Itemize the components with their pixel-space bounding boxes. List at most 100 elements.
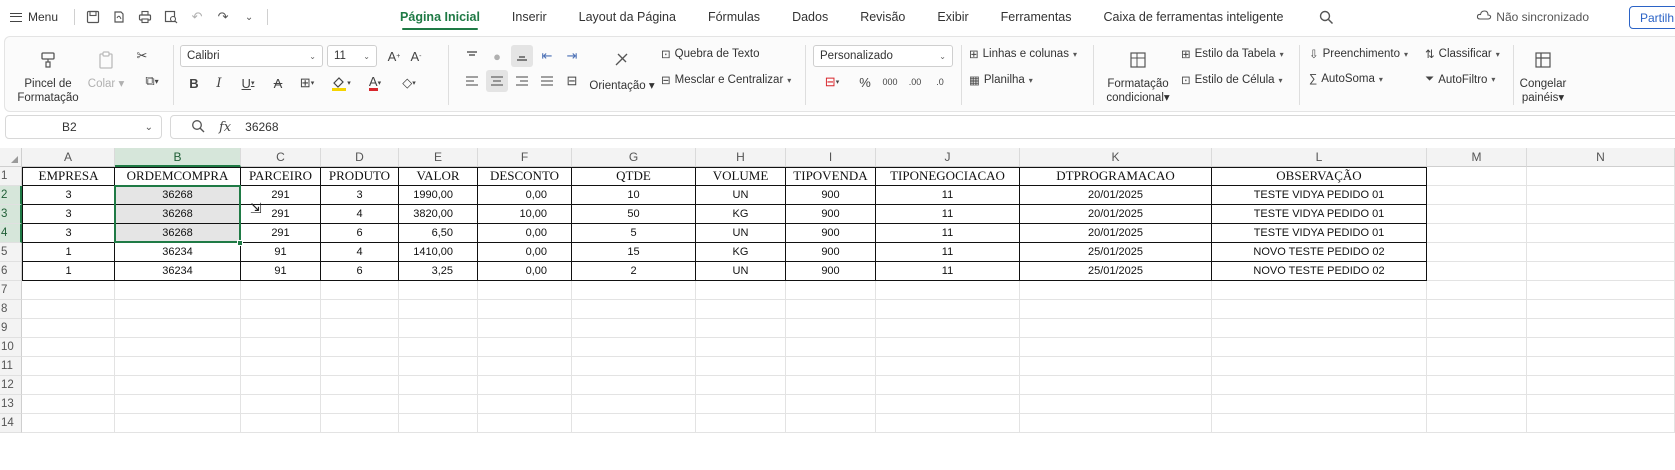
data-cell-f3[interactable]: 10,00 (478, 205, 572, 224)
empty-cell[interactable] (1527, 300, 1675, 319)
empty-cell[interactable] (1212, 376, 1427, 395)
column-header-l[interactable]: L (1212, 148, 1427, 167)
customize-toolbar-chevron-icon[interactable]: ⌄ (237, 5, 261, 29)
empty-cell[interactable] (115, 376, 241, 395)
data-cell-d3[interactable]: 4 (321, 205, 399, 224)
row-header-11[interactable]: 11 (0, 357, 22, 376)
empty-cell[interactable] (876, 281, 1020, 300)
empty-cell[interactable] (786, 414, 876, 433)
empty-cell[interactable] (696, 395, 786, 414)
data-cell-l6[interactable]: NOVO TESTE PEDIDO 02 (1212, 262, 1427, 281)
empty-cell[interactable] (1212, 414, 1427, 433)
cut-icon[interactable]: ✂ (131, 45, 153, 67)
empty-cell[interactable] (786, 281, 876, 300)
row-header-13[interactable]: 13 (0, 395, 22, 414)
empty-cell[interactable] (1527, 262, 1675, 281)
sync-status[interactable]: Não sincronizado (1476, 9, 1589, 24)
empty-cell[interactable] (572, 414, 696, 433)
undo-icon[interactable]: ↶ (185, 5, 209, 29)
empty-cell[interactable] (1427, 262, 1527, 281)
empty-cell[interactable] (696, 281, 786, 300)
decrease-indent-icon[interactable]: ⇤ (536, 45, 558, 67)
row-header-5[interactable]: 5 (0, 243, 22, 262)
empty-cell[interactable] (1527, 376, 1675, 395)
empty-cell[interactable] (572, 319, 696, 338)
data-cell-d4[interactable]: 6 (321, 224, 399, 243)
underline-icon[interactable]: U ▾ (233, 72, 263, 94)
zoom-search-icon[interactable] (191, 119, 205, 136)
print-preview-icon[interactable] (159, 5, 183, 29)
data-cell-h2[interactable]: UN (696, 186, 786, 205)
data-cell-l4[interactable]: TESTE VIDYA PEDIDO 01 (1212, 224, 1427, 243)
merge-center-button[interactable]: ⊟ Mesclar e Centralizar ▾ (661, 73, 791, 87)
data-cell-j3[interactable]: 11 (876, 205, 1020, 224)
row-header-3[interactable]: 3 (0, 205, 22, 224)
empty-cell[interactable] (786, 395, 876, 414)
empty-cell[interactable] (1527, 319, 1675, 338)
data-cell-g6[interactable]: 2 (572, 262, 696, 281)
empty-cell[interactable] (321, 395, 399, 414)
data-cell-b4[interactable]: 36268 (115, 224, 241, 243)
fill-color-icon[interactable]: ▾ (326, 72, 356, 94)
header-cell-h[interactable]: VOLUME (696, 167, 786, 186)
empty-cell[interactable] (1527, 281, 1675, 300)
empty-cell[interactable] (478, 300, 572, 319)
empty-cell[interactable] (399, 338, 478, 357)
header-cell-e[interactable]: VALOR (399, 167, 478, 186)
data-cell-a5[interactable]: 1 (22, 243, 115, 262)
empty-cell[interactable] (696, 376, 786, 395)
save-icon[interactable] (81, 5, 105, 29)
header-cell-a[interactable]: EMPRESA (22, 167, 115, 186)
header-cell-d[interactable]: PRODUTO (321, 167, 399, 186)
empty-cell[interactable] (1427, 376, 1527, 395)
empty-cell[interactable] (696, 357, 786, 376)
increase-decimal-icon[interactable]: .00 (904, 71, 926, 93)
empty-cell[interactable] (696, 338, 786, 357)
data-cell-f2[interactable]: 0,00 (478, 186, 572, 205)
empty-cell[interactable] (399, 376, 478, 395)
row-header-14[interactable]: 14 (0, 414, 22, 433)
data-cell-j6[interactable]: 11 (876, 262, 1020, 281)
fill-button[interactable]: ⇩ Preenchimento ▾ (1309, 47, 1408, 61)
search-icon[interactable] (1313, 4, 1339, 30)
data-cell-c5[interactable]: 91 (241, 243, 321, 262)
data-cell-e3[interactable]: 3820,00 (399, 205, 478, 224)
empty-cell[interactable] (399, 300, 478, 319)
empty-cell[interactable] (1020, 281, 1212, 300)
empty-cell[interactable] (1212, 319, 1427, 338)
sort-button[interactable]: ⇅ Classificar ▾ (1425, 47, 1500, 61)
data-cell-k4[interactable]: 20/01/2025 (1020, 224, 1212, 243)
empty-cell[interactable] (22, 357, 115, 376)
column-header-g[interactable]: G (572, 148, 696, 167)
empty-cell[interactable] (1212, 281, 1427, 300)
data-cell-d5[interactable]: 4 (321, 243, 399, 262)
empty-cell[interactable] (1020, 319, 1212, 338)
empty-cell[interactable] (1020, 376, 1212, 395)
empty-cell[interactable] (115, 281, 241, 300)
empty-cell[interactable] (1527, 414, 1675, 433)
data-cell-e4[interactable]: 6,50 (399, 224, 478, 243)
empty-cell[interactable] (241, 338, 321, 357)
header-cell-c[interactable]: PARCEIRO (241, 167, 321, 186)
empty-cell[interactable] (478, 376, 572, 395)
currency-format-icon[interactable]: ⊟ ▾ (817, 71, 847, 93)
empty-cell[interactable] (1527, 186, 1675, 205)
data-cell-a3[interactable]: 3 (22, 205, 115, 224)
empty-cell[interactable] (572, 300, 696, 319)
empty-cell[interactable] (115, 300, 241, 319)
data-cell-g4[interactable]: 5 (572, 224, 696, 243)
data-cell-j4[interactable]: 11 (876, 224, 1020, 243)
column-header-d[interactable]: D (321, 148, 399, 167)
wrap-text-button[interactable]: ⊡ Quebra de Texto (661, 47, 759, 61)
column-header-f[interactable]: F (478, 148, 572, 167)
table-style-button[interactable]: ⊞ Estilo da Tabela ▾ (1181, 47, 1284, 61)
empty-cell[interactable] (572, 281, 696, 300)
empty-cell[interactable] (1527, 357, 1675, 376)
empty-cell[interactable] (478, 281, 572, 300)
empty-cell[interactable] (241, 281, 321, 300)
empty-cell[interactable] (1427, 224, 1527, 243)
paste-button[interactable]: Colar ▾ (87, 47, 125, 91)
empty-cell[interactable] (241, 414, 321, 433)
empty-cell[interactable] (399, 281, 478, 300)
align-right-icon[interactable] (511, 70, 533, 92)
